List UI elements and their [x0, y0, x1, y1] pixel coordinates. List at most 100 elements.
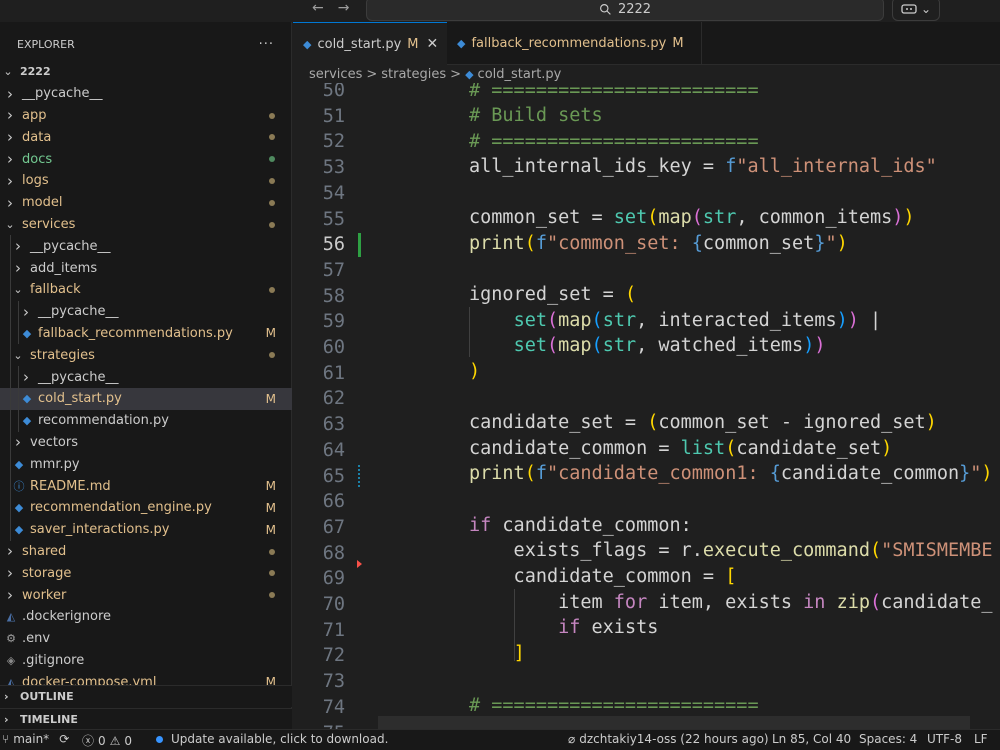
tree-file[interactable]: ◈ .gitignore — [0, 650, 292, 672]
code-token: [ — [725, 566, 737, 587]
outline-section[interactable]: › OUTLINE — [0, 685, 292, 707]
problems-indicator[interactable]: ⓧ 0 ⚠ 0 — [82, 732, 132, 749]
tree-folder[interactable]: › model — [0, 192, 292, 214]
code-token: "SMISMEMBE — [881, 540, 993, 561]
tree-file[interactable]: ◆ saver_interactions.py M — [0, 518, 292, 541]
forward-arrow-icon[interactable]: → — [338, 0, 350, 20]
tree-folder[interactable]: › storage — [0, 562, 292, 584]
tree-folder[interactable]: › __pycache__ — [0, 235, 292, 258]
chevron-down-icon: ⌄ — [3, 65, 13, 79]
tree-folder[interactable]: › __pycache__ — [0, 300, 292, 323]
code-token: for — [613, 592, 648, 613]
tree-folder[interactable]: › data — [0, 126, 292, 148]
tree-folder[interactable]: › add_items — [0, 257, 292, 279]
chevron-down-icon: ⌄ — [13, 348, 23, 362]
tree-file[interactable]: ⓘ README.md M — [0, 475, 292, 497]
tab-fallback-recommendations[interactable]: ◆ fallback_recommendations.py M — [447, 22, 702, 65]
close-icon[interactable]: ✕ — [427, 36, 439, 52]
tree-file[interactable]: ◆ recommendation.py — [0, 409, 292, 432]
python-file-icon: ◆ — [465, 67, 474, 81]
tree-root[interactable]: ⌄ 2222 — [0, 61, 292, 83]
tree-file[interactable]: ◭ .dockerignore — [0, 606, 292, 628]
tab-modified-badge: M — [672, 36, 684, 51]
code-token: ) — [836, 233, 848, 254]
tree-folder[interactable]: › vectors — [0, 431, 292, 454]
tree-file[interactable]: ◆ mmr.py — [0, 453, 292, 476]
cursor-position-text: Ln 85, Col 40 — [772, 732, 852, 746]
tree-folder[interactable]: › shared — [0, 541, 292, 563]
chevron-right-icon: › — [23, 302, 29, 321]
code-token: ) — [981, 463, 993, 484]
tree-indent-guide — [18, 409, 19, 432]
code-token: str — [602, 310, 637, 331]
chevron-right-icon: › — [7, 84, 13, 103]
tab-label: cold_start.py — [317, 36, 402, 52]
breadcrumb-separator: > — [450, 66, 462, 82]
tree-file[interactable]: ◆ fallback_recommendations.py M — [0, 322, 292, 345]
indentation[interactable]: Spaces: 4 — [859, 732, 917, 746]
tree-folder[interactable]: › docs — [0, 148, 292, 170]
code-comment: # ======================== — [469, 695, 759, 716]
encoding[interactable]: UTF-8 — [927, 732, 962, 746]
breadcrumb-item[interactable]: cold_start.py — [478, 67, 562, 82]
tree-item-label: __pycache__ — [22, 86, 103, 102]
update-notification[interactable]: Update available, click to download. — [156, 732, 388, 746]
git-status-dot — [269, 286, 275, 293]
back-arrow-icon[interactable]: ← — [312, 0, 324, 20]
line-ending[interactable]: LF — [974, 732, 988, 746]
line-number: 73 — [322, 671, 345, 693]
tree-file[interactable]: ◆ recommendation_engine.py M — [0, 496, 292, 519]
tree-folder[interactable]: › worker — [0, 584, 292, 606]
nav-arrows: ← → — [312, 0, 349, 20]
tree-item-label: recommendation_engine.py — [30, 500, 212, 516]
code-token: candidate_common = — [469, 566, 726, 587]
sync-icon[interactable]: ⟳ — [59, 732, 69, 746]
tree-root-label: 2222 — [20, 65, 51, 79]
tree-file[interactable]: ◆ cold_start.py M — [0, 387, 292, 410]
line-number: 63 — [322, 414, 345, 436]
tree-folder[interactable]: ⌄ services — [0, 214, 292, 236]
timeline-section[interactable]: › TIMELINE — [0, 708, 292, 730]
tree-folder[interactable]: ⌄ fallback — [0, 278, 292, 301]
line-number: 69 — [322, 568, 345, 590]
git-blame[interactable]: ⌀ dzchtakiy14-oss (22 hours ago) — [568, 732, 769, 746]
more-actions-icon[interactable]: ··· — [259, 37, 274, 52]
tree-file[interactable]: ⚙ .env — [0, 628, 292, 650]
python-file-icon: ◆ — [14, 523, 24, 537]
tree-folder[interactable]: › __pycache__ — [0, 366, 292, 388]
line-number: 70 — [322, 594, 345, 615]
git-status-dot — [269, 570, 275, 577]
tree-item-label: services — [22, 216, 76, 232]
code-token: ( — [524, 233, 536, 254]
tree-folder[interactable]: › logs — [0, 170, 292, 192]
python-file-icon: ◆ — [457, 37, 466, 50]
code-token: zip — [836, 592, 870, 613]
command-center-search[interactable]: 2222 — [366, 0, 884, 21]
tree-folder[interactable]: › __pycache__ — [0, 83, 292, 105]
tree-folder[interactable]: › app — [0, 105, 292, 127]
copilot-menu-button[interactable]: ⌄ — [892, 0, 940, 21]
code-token: set — [613, 207, 648, 228]
breadcrumb-item[interactable]: services — [309, 67, 362, 82]
code-token: candidate_ — [881, 592, 993, 613]
code-editor[interactable]: 50 51 52 53 54 55 56 57 58 59 60 61 62 63 64 65 66 67 68 69… — [293, 83, 1000, 729]
tree-indent-guide — [10, 235, 11, 258]
tree-folder[interactable]: ⌄ strategies — [0, 344, 292, 367]
cursor-position[interactable]: Ln 85, Col 40 — [772, 732, 851, 746]
code-token: exists_flags = r. — [469, 540, 703, 561]
git-status-badge: M — [265, 326, 276, 341]
breadcrumb: services > strategies > ◆ cold_start.py — [293, 65, 1000, 83]
branch-indicator[interactable]: ⑂ main* ⟳ — [2, 732, 69, 746]
outline-title: OUTLINE — [20, 690, 74, 703]
tree-file[interactable]: ◭ docker-compose.yml M — [0, 671, 292, 686]
line-number: 54 — [322, 182, 345, 204]
tab-modified-badge: M — [407, 36, 419, 52]
breadcrumb-item[interactable]: strategies — [381, 67, 446, 82]
line-number: 61 — [322, 362, 345, 384]
code-token: in — [803, 592, 826, 613]
tree-item-label: strategies — [30, 347, 95, 363]
tab-cold-start[interactable]: ◆ cold_start.py M ✕ — [293, 22, 447, 65]
code-line: # ======================== — [469, 83, 759, 101]
